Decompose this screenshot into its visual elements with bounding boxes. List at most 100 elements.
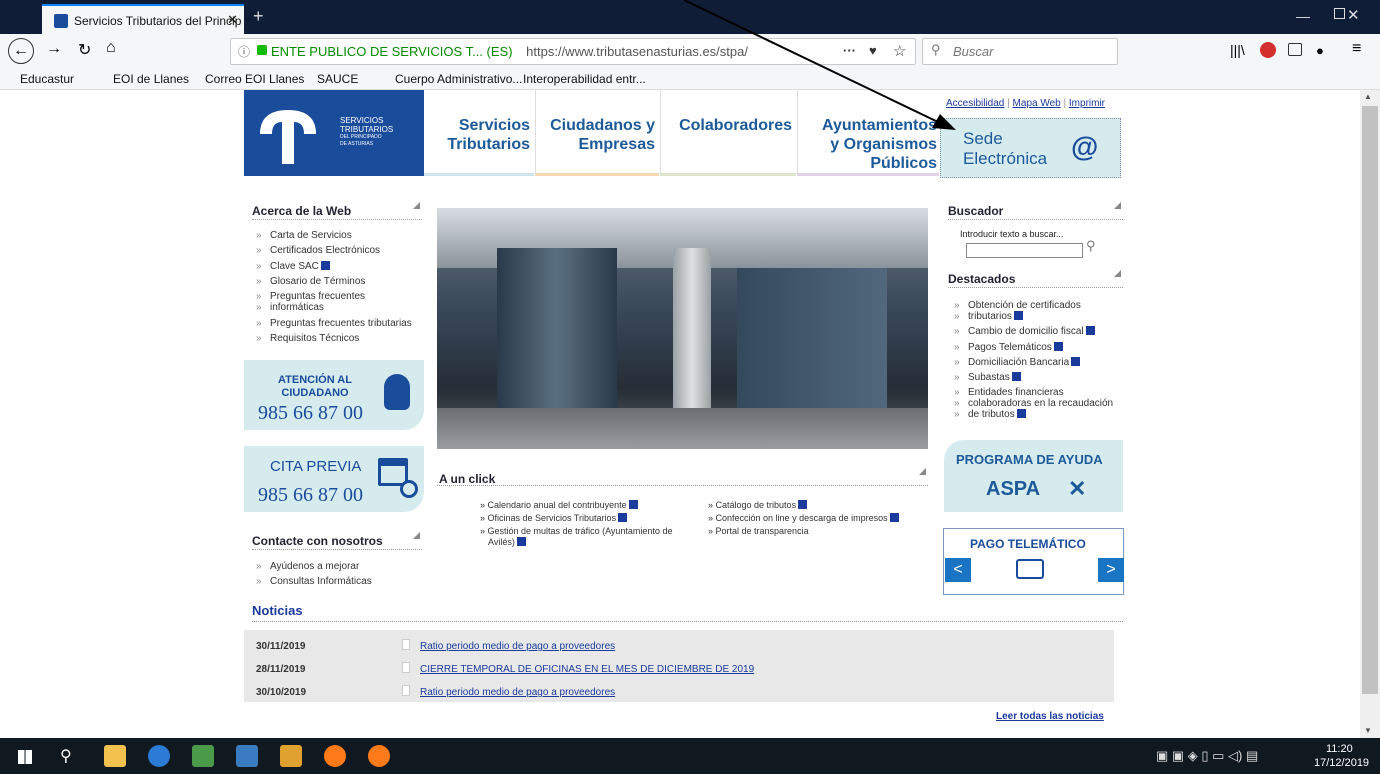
destacados-item-2[interactable]: Cambio de domicilio fiscal [954, 326, 1095, 337]
close-window-icon[interactable]: ✕ [1347, 6, 1360, 24]
bookmark-interop[interactable]: Interoperabilidad entr... [523, 72, 646, 86]
nav-colaboradores[interactable]: Colaboradores [660, 90, 796, 176]
unclick-col1-2[interactable]: » Oficinas de Servicios Tributarios [480, 513, 628, 523]
unclick-col1-3b[interactable]: Avilés) [488, 537, 526, 547]
browser-tab[interactable]: Servicios Tributarios del Princip ✕ [42, 4, 244, 34]
search-box[interactable]: ⚲ Buscar [922, 38, 1118, 65]
acerca-item-3[interactable]: Clave SAC [256, 261, 330, 272]
link-imprimir[interactable]: Imprimir [1069, 98, 1105, 109]
pago-next-button[interactable]: > [1098, 558, 1124, 582]
app-icon[interactable] [192, 745, 214, 767]
corner-icon [413, 202, 420, 209]
scroll-down-icon[interactable]: ▼ [1364, 726, 1372, 735]
acerca-item-5[interactable]: Preguntas frecuentes [256, 291, 365, 302]
destacados-item-5[interactable]: Subastas [954, 372, 1021, 383]
extension-icon[interactable]: ● [1316, 43, 1324, 58]
acerca-item-2[interactable]: Certificados Electrónicos [256, 245, 380, 256]
maximize-icon[interactable] [1334, 8, 1345, 19]
pago-banner[interactable]: PAGO TELEMÁTICO < > [943, 528, 1124, 595]
url-bar[interactable]: ⓘ ENTE PUBLICO DE SERVICIOS T... (ES) ht… [230, 38, 916, 65]
reload-icon[interactable]: ↻ [78, 40, 91, 60]
nav-servicios[interactable]: Servicios Tributarios [424, 90, 534, 176]
destacados-item-1[interactable]: Obtención de certificados [954, 300, 1081, 311]
tab-bar: Servicios Tributarios del Princip ✕ + — … [0, 0, 1380, 34]
site-identity: ENTE PUBLICO DE SERVICIOS T... (ES) [271, 44, 513, 59]
scroll-up-icon[interactable]: ▲ [1364, 92, 1372, 101]
page-actions-icon[interactable]: ··· [843, 43, 856, 58]
file-explorer-icon[interactable] [104, 745, 126, 767]
library-icon[interactable]: |||\ [1230, 42, 1245, 58]
firefox-icon[interactable] [368, 745, 390, 767]
nav-ayuntamientos-l2: y Organismos [830, 136, 937, 153]
acerca-item-7[interactable]: Requisitos Técnicos [256, 333, 359, 344]
link-mapa-web[interactable]: Mapa Web [1013, 98, 1061, 109]
building-photo [437, 208, 928, 449]
magnifier-icon[interactable]: ⚲ [1086, 238, 1096, 254]
read-all-news-link[interactable]: Leer todas las noticias [996, 711, 1104, 722]
atencion-banner[interactable]: ATENCIÓN AL CIUDADANO 985 66 87 00 [244, 360, 424, 430]
sede-electronica-banner[interactable]: Sede Electrónica @ [940, 118, 1121, 178]
minimize-icon[interactable]: — [1296, 8, 1310, 24]
logo-line-1: SERVICIOS [340, 116, 384, 125]
nav-ayuntamientos[interactable]: Ayuntamientos y Organismos Públicos [797, 90, 939, 176]
tray-icons: ▣ ▣ ◈ ▯ ▭ ◁) ▤ [1156, 748, 1259, 763]
external-link-icon [1011, 372, 1021, 381]
bookmark-educastur[interactable]: Educastur [20, 72, 74, 86]
pocket-icon[interactable]: ♥ [869, 43, 877, 58]
site-logo[interactable]: SERVICIOS TRIBUTARIOS DEL PRINCIPADO DE … [244, 90, 424, 176]
contacte-header: Contacte con nosotros [252, 532, 422, 550]
app-icon[interactable] [236, 745, 258, 767]
bookmark-correo[interactable]: Correo EOI Llanes [205, 72, 304, 86]
tab-title: Servicios Tributarios del Princip [74, 14, 242, 28]
pago-prev-button[interactable]: < [945, 558, 971, 582]
external-link-icon [798, 500, 808, 509]
sidebar-icon[interactable] [1288, 43, 1302, 56]
acerca-item-4[interactable]: Glosario de Términos [256, 276, 365, 287]
app-icon[interactable] [280, 745, 302, 767]
aspa-line-2: ASPA [986, 478, 1041, 500]
unclick-col1-3[interactable]: » Gestión de multas de tráfico (Ayuntami… [480, 526, 672, 536]
unclick-col2-2[interactable]: » Confección on line y descarga de impre… [708, 513, 899, 523]
bookmark-sauce[interactable]: SAUCE [317, 72, 358, 86]
contacte-item-1[interactable]: Ayúdenos a mejorar [256, 561, 359, 572]
back-icon[interactable]: ← [8, 38, 34, 64]
external-link-icon [1016, 409, 1026, 418]
destacados-item-6c[interactable]: de tributos [954, 409, 1026, 420]
windows-start-icon[interactable] [18, 750, 32, 764]
acerca-item-5b[interactable]: informáticas [256, 302, 324, 313]
close-tab-icon[interactable]: ✕ [227, 12, 238, 28]
sede-line-2: Electrónica [963, 149, 1048, 168]
bookmark-star-icon[interactable]: ☆ [893, 42, 906, 60]
news-link[interactable]: Ratio periodo medio de pago a proveedore… [420, 687, 615, 698]
contacte-item-2[interactable]: Consultas Informáticas [256, 576, 372, 587]
scrollbar-thumb[interactable] [1362, 106, 1378, 694]
unclick-col1-1[interactable]: » Calendario anual del contribuyente [480, 500, 638, 510]
at-icon: @ [1071, 131, 1099, 162]
link-accesibilidad[interactable]: Accesibilidad [946, 98, 1004, 109]
adblock-icon[interactable] [1260, 42, 1276, 58]
acerca-item-6[interactable]: Preguntas frecuentes tributarias [256, 318, 412, 329]
acerca-item-1[interactable]: Carta de Servicios [256, 230, 352, 241]
destacados-item-6[interactable]: Entidades financieras [954, 387, 1064, 398]
menu-icon[interactable]: ≡ [1352, 40, 1361, 58]
cita-banner[interactable]: CITA PREVIA 985 66 87 00 [244, 446, 424, 512]
destacados-item-3[interactable]: Pagos Telemáticos [954, 342, 1063, 353]
news-link[interactable]: Ratio periodo medio de pago a proveedore… [420, 641, 615, 652]
destacados-item-4[interactable]: Domiciliación Bancaria [954, 357, 1081, 368]
unclick-col2-3[interactable]: » Portal de transparencia [708, 526, 809, 536]
buscador-input[interactable] [966, 243, 1083, 258]
unclick-col2-1[interactable]: » Catálogo de tributos [708, 500, 808, 510]
home-icon[interactable]: ⌂ [106, 39, 116, 57]
bookmark-cuerpo[interactable]: Cuerpo Administrativo... [395, 72, 522, 86]
new-tab-icon[interactable]: + [253, 6, 264, 27]
edge-icon[interactable] [148, 745, 170, 767]
destacados-item-1b[interactable]: tributarios [954, 311, 1023, 322]
firefox-icon[interactable] [324, 745, 346, 767]
search-taskbar-icon[interactable]: ⚲ [60, 746, 72, 766]
destacados-item-6b[interactable]: colaboradoras en la recaudación [954, 398, 1113, 409]
aspa-banner[interactable]: PROGRAMA DE AYUDA ASPA ✕ [944, 440, 1123, 512]
news-link[interactable]: CIERRE TEMPORAL DE OFICINAS EN EL MES DE… [420, 664, 754, 675]
forward-icon[interactable]: → [46, 40, 62, 58]
bookmark-eoi[interactable]: EOI de Llanes [113, 72, 189, 86]
nav-ciudadanos[interactable]: Ciudadanos y Empresas [535, 90, 659, 176]
